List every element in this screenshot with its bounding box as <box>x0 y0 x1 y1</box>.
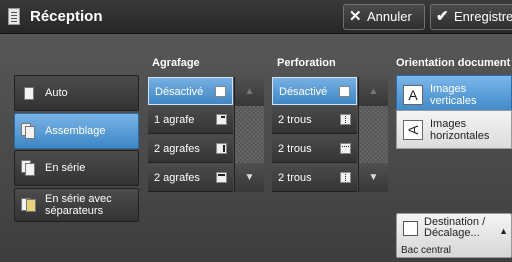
punch-top-icon <box>340 143 351 154</box>
option-label: 2 agrafes <box>154 143 200 155</box>
page-title: Réception <box>30 8 103 25</box>
punch-side-icon <box>340 172 351 183</box>
separators-icon <box>21 197 37 213</box>
scroll-up-icon[interactable]: ▲ <box>235 77 264 106</box>
close-icon: ✕ <box>349 8 362 25</box>
staple-corner-icon <box>216 114 227 125</box>
save-label: Enregistrer <box>454 9 512 24</box>
blank-page-icon <box>215 86 226 97</box>
destination-offset-button[interactable]: Destination / Décalage... Bac central ▲ <box>396 213 512 258</box>
punching-option-3[interactable]: 2 trous <box>272 164 357 192</box>
stapling-scrollbar[interactable]: ▲ ▼ <box>234 77 264 192</box>
punching-option-2[interactable]: 2 trous <box>272 135 357 163</box>
series-icon <box>21 160 37 176</box>
landscape-icon: A <box>403 120 423 140</box>
portrait-icon: A <box>403 85 423 105</box>
orientation-landscape-button[interactable]: A Images horizontales <box>396 110 512 149</box>
mode-series-button[interactable]: En série <box>14 150 139 186</box>
scroll-track[interactable] <box>359 106 388 163</box>
document-icon <box>8 8 20 25</box>
orientation-portrait-button[interactable]: A Images verticales <box>396 75 512 114</box>
mode-auto-button[interactable]: Auto <box>14 75 139 111</box>
destination-label: Destination / Décalage... <box>424 216 486 239</box>
scroll-down-icon[interactable]: ▼ <box>235 163 264 192</box>
title-bar: Réception ✕ Annuler ✔ Enregistrer <box>0 0 512 34</box>
mode-label: En série avec séparateurs <box>45 193 112 217</box>
stapling-option-off[interactable]: Désactivé <box>148 77 233 105</box>
stapling-option-1[interactable]: 1 agrafe <box>148 106 233 134</box>
mode-label: Assemblage <box>45 125 106 137</box>
collate-icon <box>21 123 37 139</box>
punching-option-off[interactable]: Désactivé <box>272 77 357 105</box>
punching-scrollbar[interactable]: ▲ ▼ <box>358 77 388 192</box>
stapling-heading: Agrafage <box>152 57 200 69</box>
option-label: 2 trous <box>278 114 312 126</box>
mode-label: En série <box>45 162 86 174</box>
scroll-track[interactable] <box>235 106 264 163</box>
orientation-heading: Orientation document <box>396 57 511 69</box>
cancel-button[interactable]: ✕ Annuler <box>343 4 425 30</box>
destination-value: Bac central <box>401 245 452 256</box>
cancel-label: Annuler <box>367 9 412 24</box>
auto-icon <box>21 85 37 101</box>
option-label: Désactivé <box>155 86 204 98</box>
scroll-down-icon[interactable]: ▼ <box>359 163 388 192</box>
option-label: 1 agrafe <box>154 114 195 126</box>
option-label: 2 agrafes <box>154 172 200 184</box>
punching-option-1[interactable]: 2 trous <box>272 106 357 134</box>
staple-side-icon <box>216 143 227 154</box>
mode-collate-button[interactable]: Assemblage <box>14 113 139 149</box>
stapling-option-3[interactable]: 2 agrafes <box>148 164 233 192</box>
mode-label: Auto <box>45 87 68 99</box>
chevron-up-icon: ▲ <box>499 226 508 236</box>
mode-series-separators-button[interactable]: En série avec séparateurs <box>14 188 139 222</box>
scroll-up-icon[interactable]: ▲ <box>359 77 388 106</box>
save-button[interactable]: ✔ Enregistrer <box>430 4 512 30</box>
orientation-label: Images horizontales <box>430 118 490 142</box>
blank-page-icon <box>339 86 350 97</box>
option-label: 2 trous <box>278 143 312 155</box>
punching-heading: Perforation <box>277 57 336 69</box>
stapling-option-2[interactable]: 2 agrafes <box>148 135 233 163</box>
check-icon: ✔ <box>436 8 449 25</box>
tray-icon <box>403 221 418 236</box>
option-label: 2 trous <box>278 172 312 184</box>
orientation-label: Images verticales <box>430 83 477 107</box>
punch-side-icon <box>340 114 351 125</box>
staple-top-icon <box>216 172 227 183</box>
option-label: Désactivé <box>279 86 328 98</box>
